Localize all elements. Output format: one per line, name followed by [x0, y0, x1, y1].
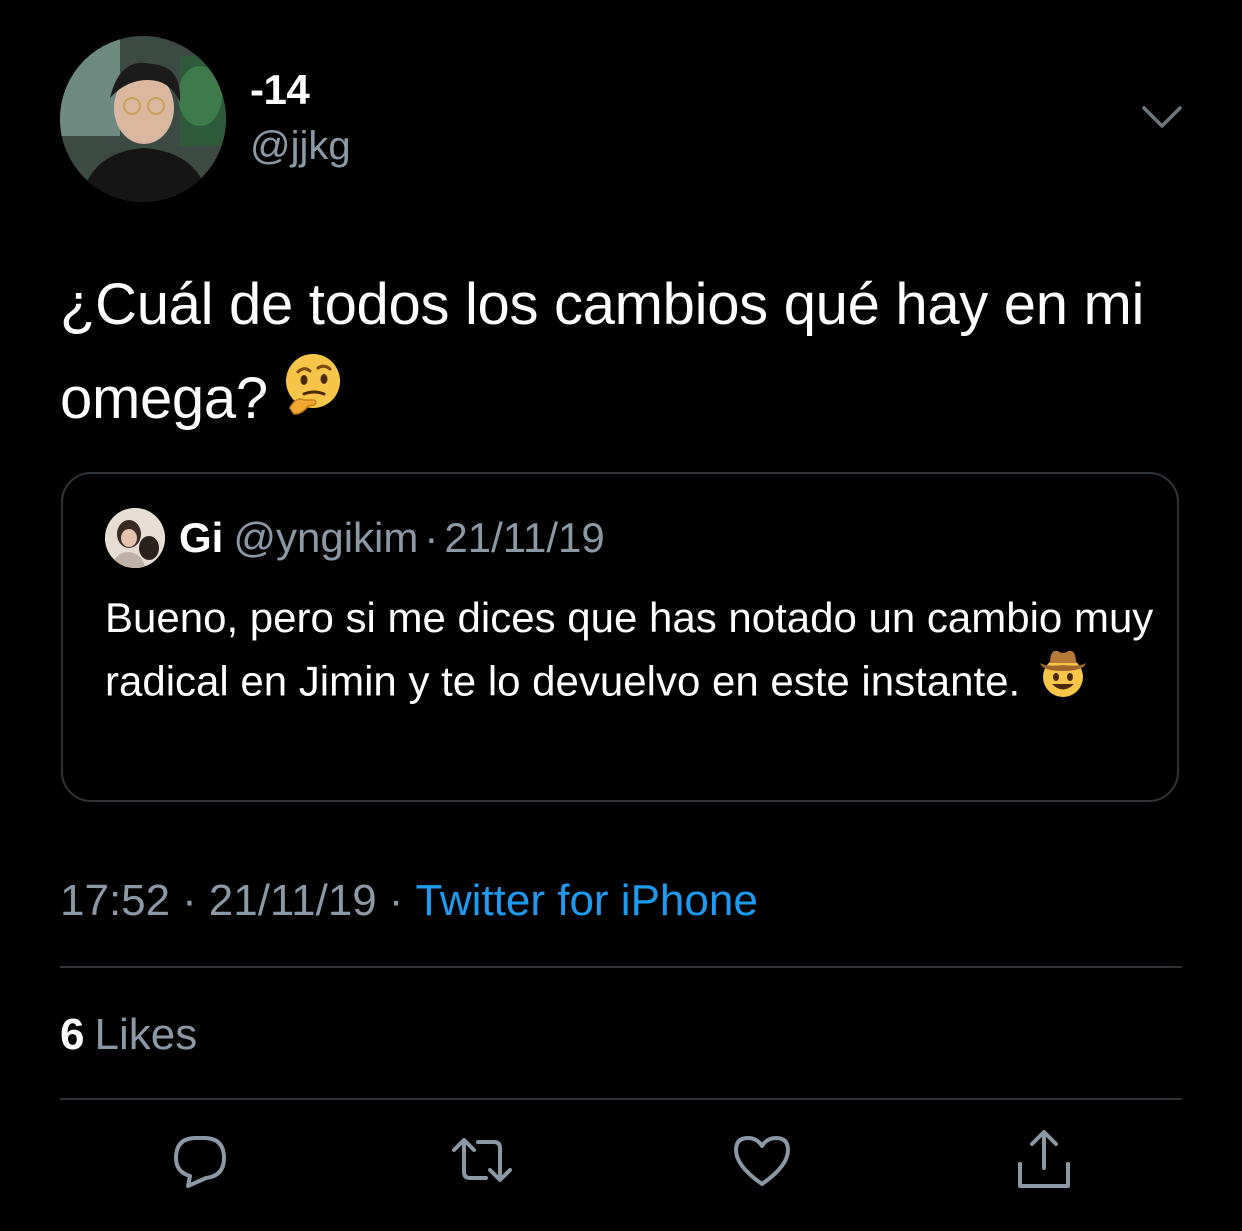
retweet-button[interactable]: [450, 1128, 514, 1192]
tweet-body: ¿Cuál de todos los cambios qué hay en mi…: [60, 272, 1145, 431]
tweet-date: 21/11/19: [208, 876, 377, 925]
reply-button[interactable]: [168, 1128, 232, 1192]
share-icon: [1018, 1130, 1070, 1188]
quoted-body: Bueno, pero si me dices que has notado u…: [105, 594, 1154, 705]
quoted-separator: ·: [424, 514, 439, 561]
divider: [60, 1098, 1182, 1100]
likes-count: 6: [60, 1010, 85, 1059]
author-handle[interactable]: @jjkg: [250, 124, 351, 169]
quoted-display-name: Gi: [179, 514, 224, 561]
tweet-text: ¿Cuál de todos los cambios qué hay en mi…: [60, 258, 1190, 450]
divider: [60, 966, 1182, 968]
author-display-name[interactable]: -14: [250, 66, 310, 114]
quoted-avatar[interactable]: [105, 508, 165, 568]
quoted-handle: @yngikim: [233, 514, 419, 561]
share-button[interactable]: [1012, 1128, 1076, 1192]
likes-label: Likes: [94, 1010, 198, 1059]
quoted-date: 21/11/19: [444, 514, 605, 561]
thinking-face-icon: [280, 350, 346, 444]
reply-icon: [174, 1136, 226, 1188]
tweet-detail: -14 @jjkg ¿Cuál de todos los cambios qué…: [0, 0, 1242, 1231]
quoted-header: Gi @yngikim · 21/11/19: [179, 514, 605, 562]
author-avatar[interactable]: [60, 36, 226, 202]
tweet-time: 17:52: [60, 876, 171, 925]
meta-separator: ·: [182, 876, 197, 925]
chevron-down-icon[interactable]: [1140, 102, 1184, 132]
likes-stat[interactable]: 6 Likes: [60, 1010, 197, 1060]
cowboy-hat-face-icon: [1036, 645, 1090, 716]
tweet-meta: 17:52 · 21/11/19 · Twitter for iPhone: [60, 876, 758, 926]
meta-separator: ·: [388, 876, 404, 925]
retweet-icon: [452, 1138, 512, 1182]
tweet-source-link[interactable]: Twitter for iPhone: [415, 876, 757, 925]
like-button[interactable]: [730, 1128, 794, 1192]
quoted-text: Bueno, pero si me dices que has notado u…: [105, 586, 1165, 720]
heart-icon: [734, 1136, 790, 1186]
quoted-tweet[interactable]: Gi @yngikim · 21/11/19 Bueno, pero si me di…: [61, 472, 1179, 802]
